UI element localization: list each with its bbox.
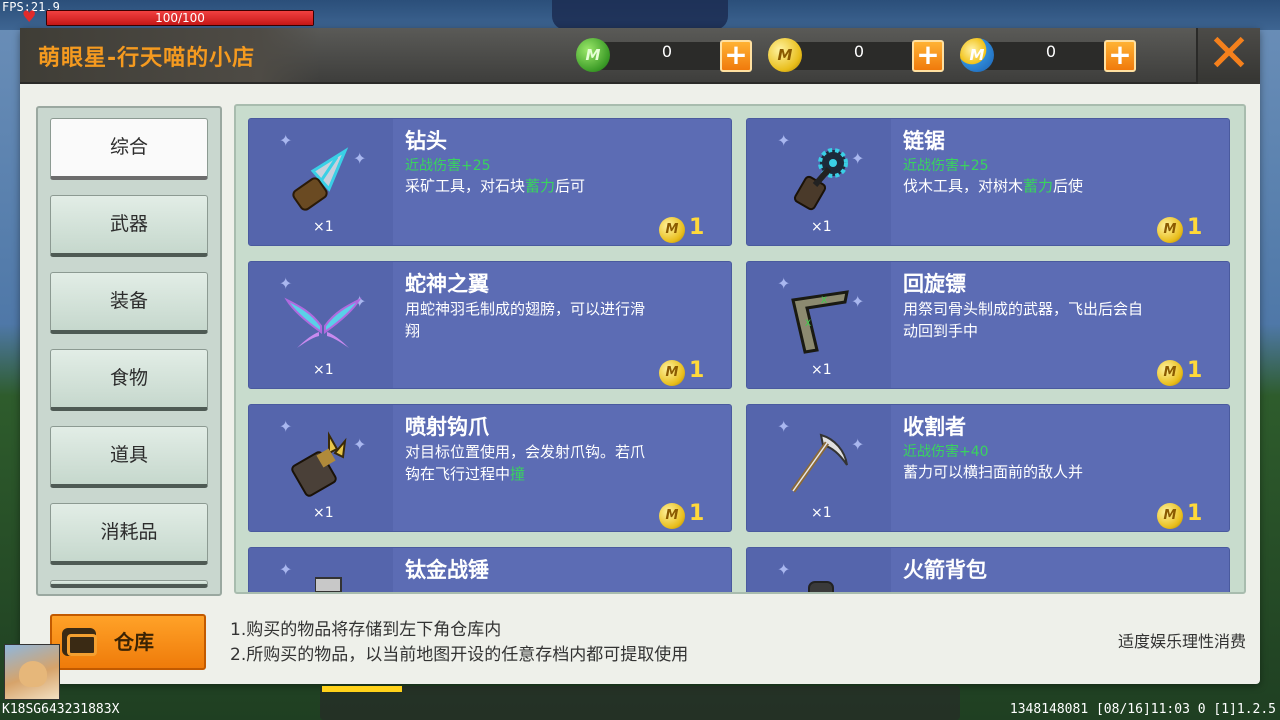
gold-coin-icon: M [659,360,685,386]
title-bar: 萌眼星-行天喵的小店 M 0 + M 0 + M 0 + ✕ [20,28,1260,84]
note-line: 2.所购买的物品，以当前地图开设的任意存档内都可提取使用 [230,645,689,665]
gold-coin-icon: M [1157,503,1183,529]
hud-center-panel [552,0,728,30]
item-price[interactable]: M 1 [659,358,729,386]
close-button[interactable]: ✕ [1196,28,1260,84]
item-name: 火箭背包 [903,558,987,582]
category-tab-tools[interactable]: 道具 [50,426,208,488]
item-description: 采矿工具，对石块蓄力后可 [405,177,586,195]
category-sidebar: 综合 武器 装备 食物 道具 消耗品 [36,106,222,596]
grapple-claw-icon [291,431,347,497]
warehouse-button[interactable]: 仓库 [50,614,206,670]
currency-green: M 0 + [576,38,756,74]
drill-icon [292,147,349,211]
hotbar[interactable] [320,686,960,720]
category-tab-consumables[interactable]: 消耗品 [50,503,208,565]
item-price[interactable]: M 1 [659,501,729,529]
gold-coin-icon: M [768,38,802,72]
item-name: 蛇神之翼 [405,272,489,296]
green-gem-coin-icon: M [576,38,610,72]
shop-item-drill[interactable]: ✦ ✦ ×1 钻头 近战伤害+25 采矿工具，对石块蓄力后可 M 1 [248,118,732,246]
gold-coin-icon: M [659,503,685,529]
spending-notice: 适度娱乐理性消费 [1117,632,1246,651]
heart-icon: ♥ [22,7,37,26]
close-icon: ✕ [1207,24,1251,84]
item-name: 链锯 [903,129,945,153]
item-name: 钻头 [405,129,447,153]
shop-item-boomerang[interactable]: ✦ ✦ X X ×1 回旋镖 用祭司骨头制成的武器，飞出后会自动回到手中 M 1 [746,261,1230,389]
chest-icon [62,628,97,656]
category-tab-more[interactable] [50,580,208,588]
item-quantity: ×1 [811,362,832,378]
currency-mini: M 0 + [960,38,1140,74]
svg-text:X: X [821,296,827,306]
category-tab-food[interactable]: 食物 [50,349,208,411]
shop-item-chainsaw[interactable]: ✦ ✦ ×1 链锯 近战伤害+25 伐木工具，对树木蓄力后使 M 1 [746,118,1230,246]
currency-gold: M 0 + [768,38,948,74]
hotbar-selected-slot [322,686,402,692]
player-avatar[interactable] [4,644,60,700]
item-grid[interactable]: ✦ ✦ ×1 钻头 近战伤害+25 采矿工具，对石块蓄力后可 M 1 ✦ ✦ ×… [234,104,1246,594]
item-name: 回旋镖 [903,272,966,296]
wings-icon [284,297,362,348]
item-price[interactable]: M 1 [1157,501,1227,529]
item-name: 收割者 [903,415,966,439]
shop-title: 萌眼星-行天喵的小店 [38,46,256,71]
shop-item-serpent-wings[interactable]: ✦ ✦ ×1 蛇神之翼 用蛇神羽毛制成的翅膀，可以进行滑翔 M 1 [248,261,732,389]
category-tab-equipment[interactable]: 装备 [50,272,208,334]
shop-item-titanium-hammer[interactable]: ✦ 钛金战锤 [248,547,732,592]
item-description: 用祭司骨头制成的武器，飞出后会自动回到手中 [903,300,1144,340]
scythe-icon [790,433,848,493]
item-quantity: ×1 [811,505,832,521]
device-id: K18SG643231883X [2,702,120,717]
item-quantity: ×1 [811,219,832,235]
add-mini-currency-button[interactable]: + [1104,40,1136,72]
hammer-icon [315,577,342,592]
item-quantity: ×1 [313,505,334,521]
add-gold-currency-button[interactable]: + [912,40,944,72]
item-stat: 近战伤害+25 [405,158,491,174]
category-tab-weapons[interactable]: 武器 [50,195,208,257]
warehouse-label: 仓库 [114,630,154,654]
item-quantity: ×1 [313,362,334,378]
item-quantity: ×1 [313,219,334,235]
shop-dialog: 萌眼星-行天喵的小店 M 0 + M 0 + M 0 + ✕ 综合 武器 装备 … [20,28,1260,684]
add-green-currency-button[interactable]: + [720,40,752,72]
currency-value: 0 [853,42,865,61]
item-stat: 近战伤害+40 [903,444,989,460]
category-tab-general[interactable]: 综合 [50,118,208,180]
purchase-notes: 1.购买的物品将存储到左下角仓库内 2.所购买的物品，以当前地图开设的任意存档内… [230,618,688,668]
item-price[interactable]: M 1 [659,215,729,243]
currency-value: 0 [1045,42,1057,61]
gold-coin-icon: M [659,217,685,243]
item-price[interactable]: M 1 [1157,358,1227,386]
boomerang-icon: X X [791,290,849,354]
gold-coin-icon: M [1157,360,1183,386]
item-description: 用蛇神羽毛制成的翅膀，可以进行滑翔 [405,300,646,340]
mini-coin-icon: M [960,38,994,72]
health-text: 100/100 [155,11,205,25]
item-name: 钛金战锤 [405,558,489,582]
svg-text:X: X [805,319,811,329]
jetpack-icon [808,581,834,592]
health-bar: 100/100 [46,10,314,26]
gold-coin-icon: M [1157,217,1183,243]
item-price[interactable]: M 1 [1157,215,1227,243]
note-line: 1.购买的物品将存储到左下角仓库内 [230,620,502,640]
item-name: 喷射钩爪 [405,415,489,439]
shop-item-grapple-claw[interactable]: ✦ ✦ ×1 喷射钩爪 对目标位置使用，会发射爪钩。若爪钩在飞行过程中撞 M 1 [248,404,732,532]
shop-item-rocket-backpack[interactable]: ✦ 火箭背包 [746,547,1230,592]
build-info: 1348148081 [08/16]11:03 0 [1]1.2.5 [1009,702,1276,717]
shop-item-reaper[interactable]: ✦ ✦ ×1 收割者 近战伤害+40 蓄力可以横扫面前的敌人并 M 1 [746,404,1230,532]
item-description: 伐木工具，对树木蓄力后使 [903,177,1084,195]
chainsaw-icon [793,148,848,211]
item-description: 对目标位置使用，会发射爪钩。若爪钩在飞行过程中撞 [405,443,646,483]
currency-value: 0 [661,42,673,61]
item-description: 蓄力可以横扫面前的敌人并 [903,463,1084,481]
item-stat: 近战伤害+25 [903,158,989,174]
